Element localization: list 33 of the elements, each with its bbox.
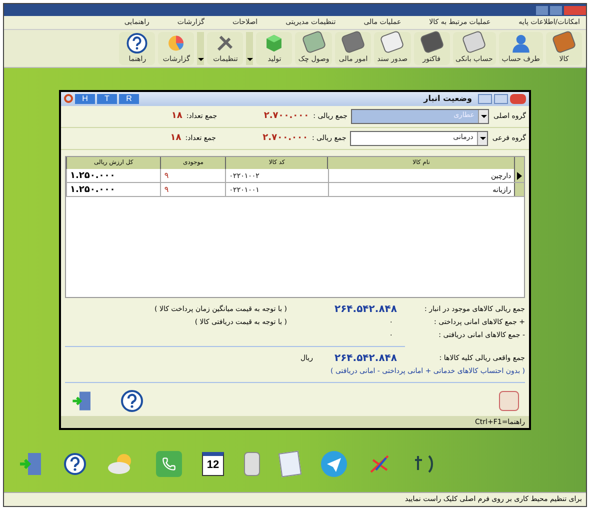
help-icon (126, 33, 148, 54)
person-icon (510, 33, 532, 54)
notepad-icon[interactable] (278, 450, 302, 478)
restore-button[interactable] (494, 94, 508, 104)
help-icon[interactable] (121, 390, 143, 412)
table-cell: ۹ (160, 183, 226, 196)
paper-plane-icon[interactable] (320, 450, 348, 478)
minimize-button[interactable] (536, 6, 548, 14)
dialog-title: وضعیت انبار (424, 93, 472, 105)
sum-value: ۲.۷۰۰.۰۰۰ (262, 132, 308, 145)
phone-icon[interactable] (156, 451, 182, 477)
exit-door-icon[interactable] (71, 390, 93, 412)
dropdown-arrow-button[interactable] (246, 32, 254, 65)
exit-door-icon[interactable] (18, 451, 44, 477)
count-value: ۱۸ (171, 110, 182, 123)
letter-button[interactable]: T (97, 94, 117, 104)
count-value: ۱۸ (170, 132, 182, 145)
dropdown-arrow-button[interactable] (197, 32, 204, 65)
sum-value: ۲.۷۰۰.۰۰۰ (262, 110, 310, 123)
refresh-icon[interactable] (64, 94, 73, 103)
table-cell: ۹ (160, 169, 226, 182)
close-button[interactable] (564, 6, 586, 14)
letter-button[interactable]: R (119, 94, 139, 104)
summary-value: ۲۶۴.۵۴۲.۸۴۸ (333, 303, 397, 317)
maximize-button[interactable] (550, 6, 562, 14)
minimize-button[interactable] (478, 94, 492, 104)
close-button[interactable] (510, 94, 526, 104)
letter-button[interactable]: H (75, 94, 95, 104)
table-cell: ۱.۲۵۰.۰۰۰ (66, 169, 160, 182)
help-icon[interactable] (64, 453, 86, 475)
total-value: ۲۶۴.۵۴۲.۸۴۸ (333, 352, 397, 366)
table-cell: ۱.۲۵۰.۰۰۰ (66, 183, 160, 196)
calendar-icon[interactable]: 12 (202, 452, 224, 476)
